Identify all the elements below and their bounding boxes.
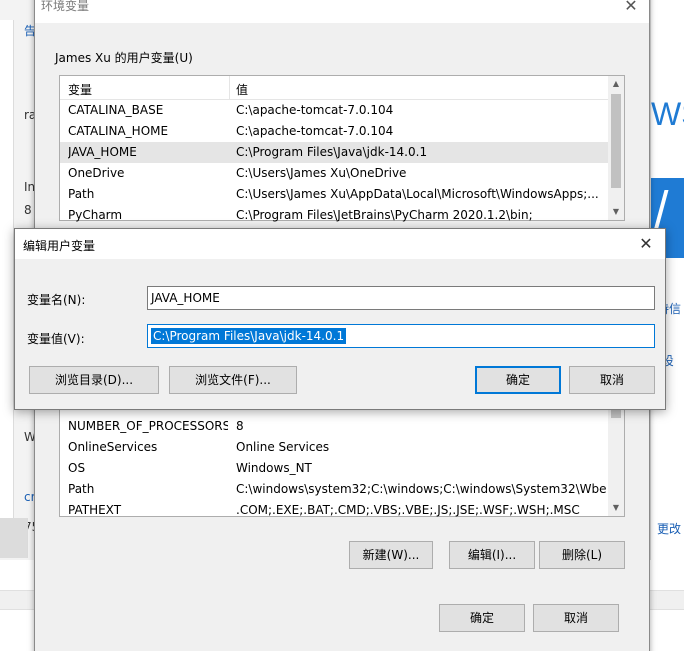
title-bar: 环境变量 ✕ — [35, 0, 649, 23]
table-row[interactable]: OnlineServices Online Services — [60, 437, 608, 458]
system-variables-list[interactable]: NUMBER_OF_PROCESSORS 8 OnlineServices On… — [59, 393, 625, 517]
vertical-scrollbar[interactable]: ▼ — [608, 394, 624, 516]
scrollbar-thumb[interactable] — [611, 94, 621, 188]
cancel-button[interactable]: 取消 — [569, 366, 655, 394]
column-header-value[interactable]: 值 — [236, 81, 248, 98]
dialog-title: 环境变量 — [41, 0, 90, 13]
dialog-title: 编辑用户变量 — [23, 239, 96, 253]
cancel-button[interactable]: 取消 — [533, 604, 619, 632]
variable-value: C:\Users\James Xu\AppData\Local\Microsof… — [236, 187, 599, 201]
variable-value-field[interactable]: C:\Program Files\Java\jdk-14.0.1 — [147, 324, 655, 348]
variable-name: CATALINA_BASE — [68, 103, 164, 117]
browse-file-button[interactable]: 浏览文件(F)... — [169, 366, 297, 394]
variable-name: PATHEXT — [68, 503, 122, 517]
variable-value: C:\Users\James Xu\OneDrive — [236, 166, 407, 180]
ok-button[interactable]: 确定 — [439, 604, 525, 632]
close-icon[interactable]: ✕ — [633, 233, 659, 255]
background-link: 更改 — [657, 522, 682, 536]
variable-name: Path — [68, 187, 95, 201]
delete-button[interactable]: 删除(L) — [539, 541, 625, 569]
edit-user-variable-dialog: 编辑用户变量 ✕ 变量名(N): JAVA_HOME 变量值(V): C:\Pr… — [14, 228, 666, 410]
variable-name: Path — [68, 482, 95, 496]
variable-value: C:\apache-tomcat-7.0.104 — [236, 103, 394, 117]
variable-name-text: JAVA_HOME — [151, 291, 220, 305]
table-row[interactable]: CATALINA_BASE C:\apache-tomcat-7.0.104 — [60, 100, 608, 121]
table-row[interactable]: CATALINA_HOME C:\apache-tomcat-7.0.104 — [60, 121, 608, 142]
column-divider[interactable] — [229, 76, 230, 100]
variable-name-field[interactable]: JAVA_HOME — [147, 286, 655, 310]
column-header-variable[interactable]: 变量 — [68, 81, 92, 98]
background-heading: WS — [651, 96, 684, 132]
table-row[interactable]: NUMBER_OF_PROCESSORS 8 — [60, 416, 608, 437]
variable-value: C:\Program Files\Java\jdk-14.0.1 — [236, 145, 428, 159]
variable-name: OneDrive — [68, 166, 125, 180]
scroll-up-arrow-icon[interactable]: ▲ — [608, 76, 624, 92]
vertical-scrollbar[interactable]: ▲ ▼ — [608, 76, 624, 220]
variable-name: OS — [68, 461, 86, 475]
close-icon[interactable]: ✕ — [617, 0, 645, 17]
table-row[interactable]: Path C:\windows\system32;C:\windows;C:\w… — [60, 479, 608, 500]
background-panel — [0, 20, 14, 540]
scroll-down-arrow-icon[interactable]: ▼ — [608, 500, 624, 516]
variable-name: PyCharm — [68, 208, 123, 222]
user-variables-list[interactable]: 变量 值 CATALINA_BASE C:\apache-tomcat-7.0.… — [59, 75, 625, 222]
user-variables-group-label: James Xu 的用户变量(U) — [55, 51, 193, 65]
table-row-selected[interactable]: JAVA_HOME C:\Program Files\Java\jdk-14.0… — [60, 142, 608, 163]
table-row[interactable]: PATHEXT .COM;.EXE;.BAT;.CMD;.VBS;.VBE;.J… — [60, 500, 608, 521]
edit-button[interactable]: 编辑(I)... — [449, 541, 535, 569]
variable-value: C:\Program Files\JetBrains\PyCharm 2020.… — [236, 208, 533, 222]
variable-name-label: 变量名(N): — [27, 293, 86, 307]
variable-value: .COM;.EXE;.BAT;.CMD;.VBS;.VBE;.JS;.JSE;.… — [236, 503, 580, 517]
variable-name: OnlineServices — [68, 440, 158, 454]
variable-value: C:\windows\system32;C:\windows;C:\window… — [236, 482, 606, 496]
browse-directory-button[interactable]: 浏览目录(D)... — [29, 366, 159, 394]
variable-value: 8 — [236, 419, 244, 433]
variable-value: Online Services — [236, 440, 330, 454]
background-footer — [0, 518, 28, 558]
variable-value: C:\apache-tomcat-7.0.104 — [236, 124, 394, 138]
table-row[interactable]: OneDrive C:\Users\James Xu\OneDrive — [60, 163, 608, 184]
table-row[interactable]: Path C:\Users\James Xu\AppData\Local\Mic… — [60, 184, 608, 205]
variable-name: CATALINA_HOME — [68, 124, 169, 138]
variable-name: NUMBER_OF_PROCESSORS — [68, 419, 228, 433]
table-row[interactable]: OS Windows_NT — [60, 458, 608, 479]
variable-value: Windows_NT — [236, 461, 312, 475]
scroll-down-arrow-icon[interactable]: ▼ — [608, 204, 624, 220]
ok-button[interactable]: 确定 — [475, 366, 561, 394]
variable-name: JAVA_HOME — [68, 145, 137, 159]
list-header: 变量 值 — [60, 76, 608, 100]
background-text: 8 — [24, 203, 32, 217]
title-bar: 编辑用户变量 ✕ — [15, 229, 665, 259]
variable-value-label: 变量值(V): — [27, 332, 85, 346]
table-row[interactable]: PyCharm C:\Program Files\JetBrains\PyCha… — [60, 205, 608, 226]
selected-value-text: C:\Program Files\Java\jdk-14.0.1 — [151, 328, 347, 344]
new-button[interactable]: 新建(W)... — [349, 541, 433, 569]
